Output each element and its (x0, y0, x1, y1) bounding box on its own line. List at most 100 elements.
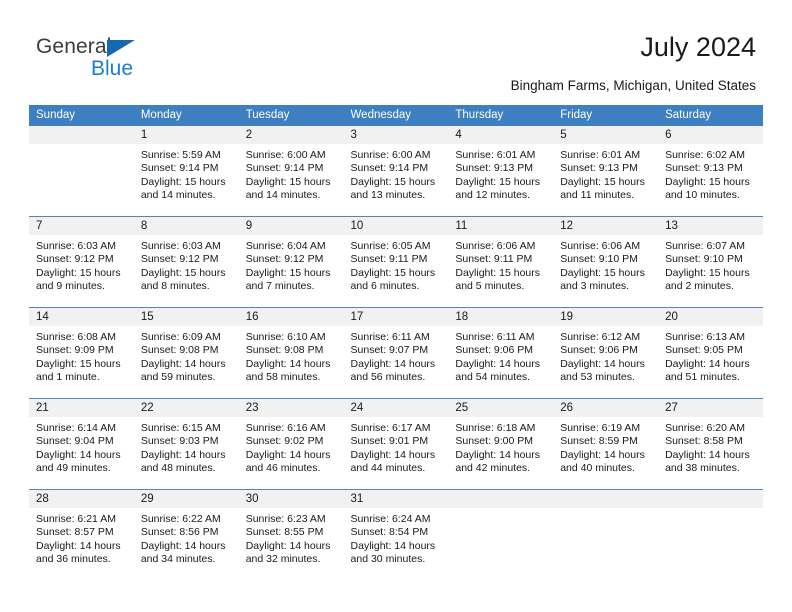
sunrise-text: Sunrise: 6:22 AM (140, 513, 221, 525)
day-details: Sunrise: 6:14 AM Sunset: 9:04 PM Daylight:… (29, 417, 134, 476)
calendar-cell-day[interactable]: 26 Sunrise: 6:19 AM Sunset: 8:59 PM Dayligh… (553, 398, 659, 490)
sunset-text: Sunset: 9:10 PM (560, 253, 638, 266)
sunset-text: Sunset: 9:05 PM (665, 344, 743, 357)
daylight-text-line2: and 7 minutes. (245, 280, 315, 293)
calendar-cell-day[interactable]: 18 Sunrise: 6:11 AM Sunset: 9:06 PM Dayligh… (448, 307, 554, 399)
calendar-cell-day[interactable]: 24 Sunrise: 6:17 AM Sunset: 9:01 PM Dayligh… (343, 398, 449, 490)
calendar-cell-empty (29, 126, 134, 217)
sunset-text: Sunset: 9:11 PM (350, 253, 428, 266)
day-number (448, 490, 554, 508)
daylight-text-line2: and 32 minutes. (245, 553, 321, 566)
sunset-text: Sunset: 8:56 PM (140, 526, 219, 539)
calendar-cell-day[interactable]: 20 Sunrise: 6:13 AM Sunset: 9:05 PM Dayligh… (658, 307, 763, 399)
day-details: Sunrise: 6:23 AM Sunset: 8:55 PM Daylight:… (239, 508, 344, 567)
calendar-cell-day[interactable]: 25 Sunrise: 6:18 AM Sunset: 9:00 PM Dayligh… (448, 398, 554, 490)
calendar-week-row: 28 Sunrise: 6:21 AM Sunset: 8:57 PM Dayligh… (29, 489, 763, 580)
daylight-text-line1: Daylight: 15 hours (350, 175, 436, 188)
daylight-text-line2: and 58 minutes. (245, 371, 321, 384)
calendar-week-row: 21 Sunrise: 6:14 AM Sunset: 9:04 PM Dayligh… (29, 398, 763, 490)
sunrise-text: Sunrise: 6:11 AM (350, 331, 430, 343)
calendar-cell-day[interactable]: 14 Sunrise: 6:08 AM Sunset: 9:09 PM Dayligh… (29, 307, 134, 399)
daylight-text-line1: Daylight: 15 hours (350, 266, 436, 279)
day-number: 23 (238, 399, 344, 417)
day-number: 29 (133, 490, 239, 508)
calendar-cell-day[interactable]: 6 Sunrise: 6:02 AM Sunset: 9:13 PM Daylight… (658, 126, 763, 217)
daylight-text-line1: Daylight: 14 hours (350, 448, 436, 461)
day-details: Sunrise: 6:03 AM Sunset: 9:12 PM Daylight:… (29, 235, 134, 294)
day-number: 27 (658, 399, 763, 417)
calendar-cell-day[interactable]: 19 Sunrise: 6:12 AM Sunset: 9:06 PM Dayligh… (553, 307, 659, 399)
calendar-cell-day[interactable]: 30 Sunrise: 6:23 AM Sunset: 8:55 PM Dayligh… (238, 489, 344, 580)
daylight-text-line2: and 44 minutes. (350, 462, 426, 475)
sunrise-text: Sunrise: 6:17 AM (350, 422, 431, 434)
calendar-cell-day[interactable]: 29 Sunrise: 6:22 AM Sunset: 8:56 PM Dayligh… (133, 489, 239, 580)
day-number: 16 (238, 308, 344, 326)
calendar-cell-day[interactable]: 13 Sunrise: 6:07 AM Sunset: 9:10 PM Dayligh… (658, 216, 763, 308)
daylight-text-line1: Daylight: 14 hours (140, 448, 226, 461)
sunrise-text: Sunrise: 6:14 AM (36, 422, 116, 434)
day-number: 3 (343, 126, 449, 144)
day-number: 22 (133, 399, 239, 417)
calendar-cell-day[interactable]: 4 Sunrise: 6:01 AM Sunset: 9:13 PM Daylight… (448, 126, 554, 217)
calendar-cell-day[interactable]: 17 Sunrise: 6:11 AM Sunset: 9:07 PM Dayligh… (343, 307, 449, 399)
day-number: 2 (238, 126, 344, 144)
daylight-text-line2: and 34 minutes. (140, 553, 216, 566)
daylight-text-line1: Daylight: 15 hours (455, 175, 541, 188)
daylight-text-line2: and 14 minutes. (245, 189, 321, 202)
calendar-cell-day[interactable]: 2 Sunrise: 6:00 AM Sunset: 9:14 PM Daylight… (238, 126, 344, 217)
day-details: Sunrise: 6:09 AM Sunset: 9:08 PM Daylight:… (134, 326, 239, 385)
sunrise-text: Sunrise: 6:19 AM (560, 422, 641, 434)
calendar-cell-day[interactable]: 8 Sunrise: 6:03 AM Sunset: 9:12 PM Daylight… (133, 216, 239, 308)
daylight-text-line1: Daylight: 15 hours (36, 266, 121, 279)
sunset-text: Sunset: 9:10 PM (665, 253, 743, 266)
sunset-text: Sunset: 9:02 PM (245, 435, 324, 448)
sunrise-text: Sunrise: 6:01 AM (560, 149, 641, 161)
sunrise-text: Sunrise: 6:06 AM (560, 240, 641, 252)
calendar-cell-day[interactable]: 10 Sunrise: 6:05 AM Sunset: 9:11 PM Dayligh… (343, 216, 449, 308)
calendar-cell-day[interactable]: 12 Sunrise: 6:06 AM Sunset: 9:10 PM Dayligh… (553, 216, 659, 308)
calendar-cell-day[interactable]: 1 Sunrise: 5:59 AM Sunset: 9:14 PM Daylight… (133, 126, 239, 217)
calendar-cell-day[interactable]: 5 Sunrise: 6:01 AM Sunset: 9:13 PM Daylight… (553, 126, 659, 217)
calendar-cell-day[interactable]: 3 Sunrise: 6:00 AM Sunset: 9:14 PM Daylight… (343, 126, 449, 217)
day-details: Sunrise: 6:12 AM Sunset: 9:06 PM Daylight:… (553, 326, 658, 385)
sunrise-text: Sunrise: 6:15 AM (140, 422, 221, 434)
calendar-cell-day[interactable]: 16 Sunrise: 6:10 AM Sunset: 9:08 PM Dayligh… (238, 307, 344, 399)
calendar-cell-day[interactable]: 15 Sunrise: 6:09 AM Sunset: 9:08 PM Dayligh… (133, 307, 239, 399)
day-number: 21 (29, 399, 134, 417)
daylight-text-line1: Daylight: 14 hours (140, 539, 226, 552)
sunrise-text: Sunrise: 6:00 AM (350, 149, 431, 161)
daylight-text-line2: and 46 minutes. (245, 462, 321, 475)
sunset-text: Sunset: 9:11 PM (455, 253, 533, 266)
calendar-cell-day[interactable]: 21 Sunrise: 6:14 AM Sunset: 9:04 PM Dayligh… (29, 398, 134, 490)
daylight-text-line1: Daylight: 15 hours (140, 175, 226, 188)
day-details: Sunrise: 6:00 AM Sunset: 9:14 PM Daylight:… (344, 144, 449, 203)
daylight-text-line2: and 48 minutes. (140, 462, 216, 475)
sunset-text: Sunset: 9:08 PM (245, 344, 324, 357)
daylight-text-line1: Daylight: 15 hours (245, 266, 331, 279)
calendar-cell-day[interactable]: 28 Sunrise: 6:21 AM Sunset: 8:57 PM Dayligh… (29, 489, 134, 580)
calendar-week-row: 7 Sunrise: 6:03 AM Sunset: 9:12 PM Daylight… (29, 216, 763, 308)
calendar-cell-day[interactable]: 23 Sunrise: 6:16 AM Sunset: 9:02 PM Dayligh… (238, 398, 344, 490)
sunset-text: Sunset: 9:13 PM (560, 162, 638, 175)
calendar-cell-day[interactable]: 27 Sunrise: 6:20 AM Sunset: 8:58 PM Dayligh… (658, 398, 763, 490)
day-details: Sunrise: 6:01 AM Sunset: 9:13 PM Daylight:… (448, 144, 553, 203)
calendar-cell-day[interactable]: 9 Sunrise: 6:04 AM Sunset: 9:12 PM Daylight… (238, 216, 344, 308)
calendar-cell-day[interactable]: 31 Sunrise: 6:24 AM Sunset: 8:54 PM Dayligh… (343, 489, 449, 580)
day-details: Sunrise: 6:15 AM Sunset: 9:03 PM Daylight:… (134, 417, 239, 476)
calendar-cell-day[interactable]: 22 Sunrise: 6:15 AM Sunset: 9:03 PM Dayligh… (133, 398, 239, 490)
daylight-text-line2: and 36 minutes. (36, 553, 111, 566)
sunset-text: Sunset: 9:03 PM (140, 435, 219, 448)
calendar-week-row: 14 Sunrise: 6:08 AM Sunset: 9:09 PM Dayligh… (29, 307, 763, 399)
sunrise-text: Sunrise: 6:10 AM (245, 331, 326, 343)
daylight-text-line1: Daylight: 14 hours (36, 448, 121, 461)
sunrise-text: Sunrise: 6:04 AM (245, 240, 326, 252)
calendar-cell-day[interactable]: 7 Sunrise: 6:03 AM Sunset: 9:12 PM Daylight… (29, 216, 134, 308)
day-number: 25 (448, 399, 554, 417)
daylight-text-line1: Daylight: 14 hours (245, 539, 331, 552)
day-details: Sunrise: 6:11 AM Sunset: 9:07 PM Daylight:… (344, 326, 449, 385)
daylight-text-line1: Daylight: 15 hours (140, 266, 226, 279)
calendar-cell-day[interactable]: 11 Sunrise: 6:06 AM Sunset: 9:11 PM Dayligh… (448, 216, 554, 308)
day-number: 26 (553, 399, 659, 417)
weekday-header-sunday: Sunday (29, 105, 134, 126)
logo[interactable]: General Blue (36, 36, 156, 86)
